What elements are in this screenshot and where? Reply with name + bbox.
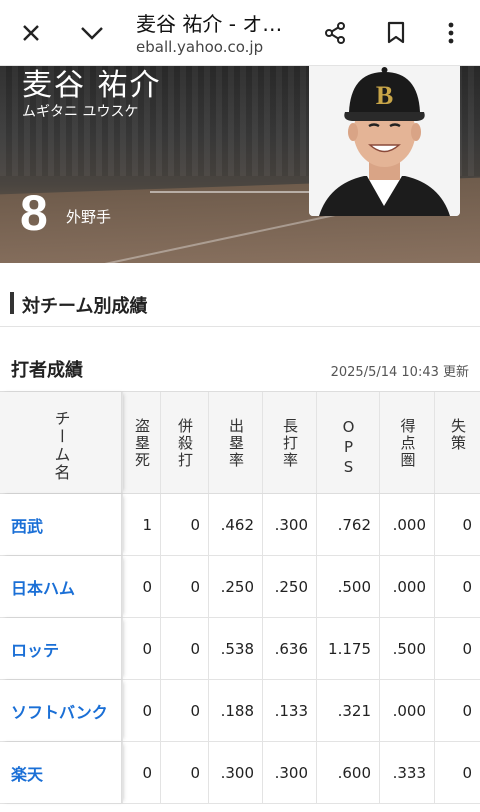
close-icon	[23, 25, 39, 41]
table-cell: 0	[160, 494, 208, 555]
player-position: 外野手	[66, 208, 112, 226]
player-kana: ムギタニ ユウスケ	[22, 104, 139, 120]
table-cell: .600	[316, 742, 379, 803]
table-cell: 0	[434, 680, 480, 741]
table-cell: 1.175	[316, 618, 379, 679]
table-row: 楽天 0 0.300.300.600.333 0	[0, 742, 480, 804]
section-title: 対チーム別成績	[22, 296, 148, 317]
player-name: 麦谷 祐介	[22, 68, 162, 103]
table-cell: .000	[379, 680, 434, 741]
table-cell: 0	[434, 556, 480, 617]
table-cell: 0	[122, 556, 160, 617]
uniform-number: 8	[20, 185, 48, 241]
team-link[interactable]: 楽天	[0, 742, 122, 803]
table-cell: .333	[379, 742, 434, 803]
table-cell: .538	[208, 618, 262, 679]
browser-toolbar: 麦谷 祐介 - オ… eball.yahoo.co.jp	[0, 0, 480, 66]
column-header-label: チーム名	[51, 410, 71, 482]
team-link[interactable]: 西武	[0, 494, 122, 555]
table-cell: .133	[262, 680, 316, 741]
table-row: ソフトバンク 0 0.188.133.321.000 0	[0, 680, 480, 742]
bookmark-icon	[387, 21, 405, 44]
column-header-label: 失策	[449, 418, 467, 452]
table-cell: .000	[379, 494, 434, 555]
close-tab-button[interactable]	[11, 13, 51, 53]
column-header: 盗塁死	[122, 392, 160, 493]
cap-logo: B	[376, 81, 393, 110]
table-cell: 1	[122, 494, 160, 555]
table-cell: 0	[160, 680, 208, 741]
player-hero: 麦谷 祐介 ムギタニ ユウスケ 8 外野手 B	[0, 66, 480, 263]
batting-stats-table[interactable]: チーム名 盗塁死 併殺打 出塁率 長打率 OPS 得点圏 失策 西武 1 0.462…	[0, 391, 480, 804]
column-header: OPS	[316, 392, 379, 493]
table-cell: .321	[316, 680, 379, 741]
column-header-label: 長打率	[281, 418, 299, 469]
batting-stats-title: 打者成績	[11, 360, 83, 381]
more-vertical-icon	[448, 22, 454, 44]
table-cell: 0	[160, 618, 208, 679]
page-url[interactable]: eball.yahoo.co.jp	[136, 38, 306, 56]
table-cell: .500	[379, 618, 434, 679]
table-cell: 0	[160, 742, 208, 803]
column-header-label: 併殺打	[176, 418, 194, 469]
table-cell: .636	[262, 618, 316, 679]
bookmark-button[interactable]	[376, 13, 416, 53]
section-accent-bar	[10, 292, 14, 314]
column-header-label: 得点圏	[398, 418, 417, 469]
table-cell: 0	[160, 556, 208, 617]
updated-timestamp: 2025/5/14 10:43 更新	[330, 365, 469, 380]
table-cell: .000	[379, 556, 434, 617]
table-row: 西武 1 0.462.300.762.000 0	[0, 494, 480, 556]
share-icon	[325, 22, 345, 44]
table-cell: 0	[434, 742, 480, 803]
table-cell: .250	[208, 556, 262, 617]
column-header: 長打率	[262, 392, 316, 493]
column-header: 得点圏	[379, 392, 434, 493]
player-portrait: B	[309, 66, 460, 216]
table-cell: .762	[316, 494, 379, 555]
team-link[interactable]: 日本ハム	[0, 556, 122, 617]
table-cell: .250	[262, 556, 316, 617]
team-link[interactable]: ロッテ	[0, 618, 122, 679]
share-button[interactable]	[315, 13, 355, 53]
table-cell: .188	[208, 680, 262, 741]
table-row: ロッテ 0 0.538.636 1.175.500 0	[0, 618, 480, 680]
column-header: 出塁率	[208, 392, 262, 493]
table-row: 日本ハム 0 0.250.250.500.000 0	[0, 556, 480, 618]
column-header-team: チーム名	[0, 392, 122, 493]
collapse-button[interactable]	[72, 13, 112, 53]
table-cell: .300	[262, 494, 316, 555]
section-header: 対チーム別成績	[0, 280, 480, 327]
table-header-row: チーム名 盗塁死 併殺打 出塁率 長打率 OPS 得点圏 失策	[0, 391, 480, 494]
table-cell: 0	[122, 618, 160, 679]
table-cell: 0	[122, 742, 160, 803]
team-link[interactable]: ソフトバンク	[0, 680, 122, 741]
column-header-label: 盗塁死	[133, 418, 151, 469]
more-menu-button[interactable]	[431, 13, 471, 53]
table-cell: .462	[208, 494, 262, 555]
table-cell: .300	[208, 742, 262, 803]
table-cell: 0	[122, 680, 160, 741]
table-cell: 0	[434, 494, 480, 555]
table-cell: .500	[316, 556, 379, 617]
column-header: 失策	[434, 392, 480, 493]
table-cell: .300	[262, 742, 316, 803]
column-header: 併殺打	[160, 392, 208, 493]
column-header-label: 出塁率	[227, 418, 245, 469]
page-title: 麦谷 祐介 - オ…	[136, 12, 283, 36]
player-photo: B	[309, 66, 460, 216]
chevron-down-icon	[81, 27, 103, 40]
table-cell: 0	[434, 618, 480, 679]
column-header-label: OPS	[339, 418, 358, 478]
